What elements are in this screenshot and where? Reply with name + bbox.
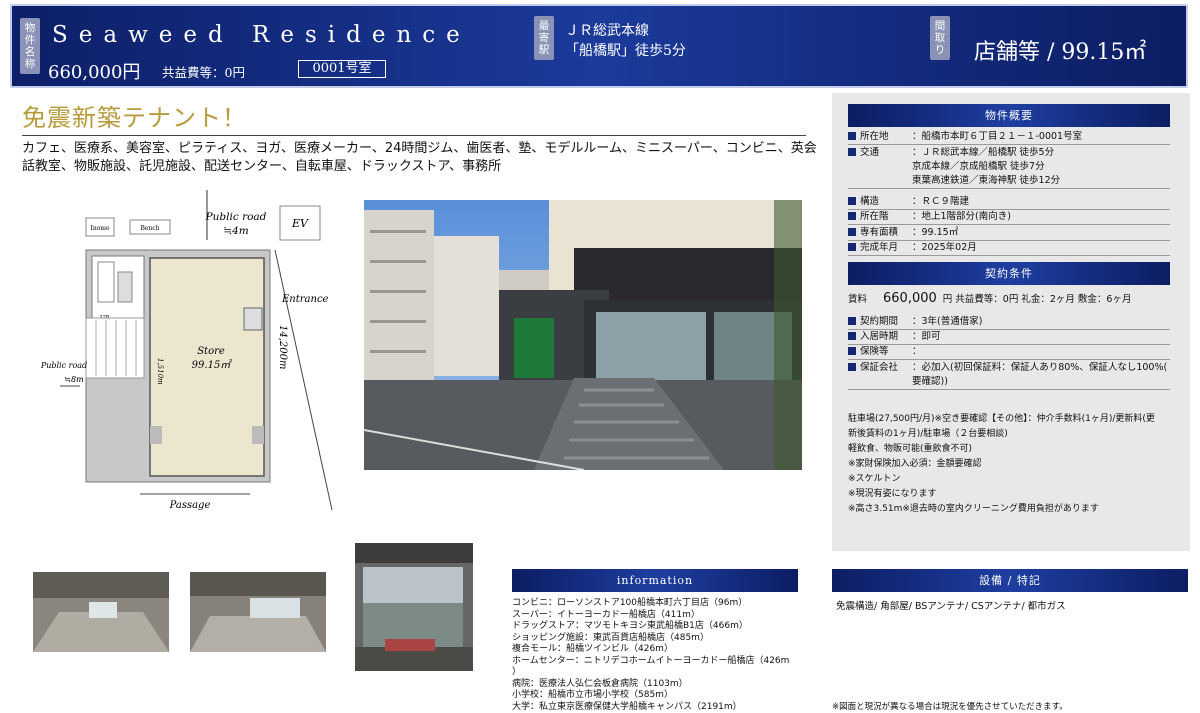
info-item: ホームセンター：ニトリデコホームイトーヨーカドー船橋店（426m xyxy=(512,655,790,666)
info-item: コンビニ：ローソンストア100船橋本町六丁目店（96m） xyxy=(512,598,748,608)
bench-label: Bench xyxy=(140,225,159,232)
column-left xyxy=(150,426,162,444)
public-road-top: Public road xyxy=(205,211,267,223)
footnote: ※図面と現況が異なる場合は現況を優先させていただきます。 xyxy=(832,702,1068,712)
road-left-width: ≒8m xyxy=(64,375,84,384)
floor-plan: Inome Bench Public road ≒4m EV Entrance … xyxy=(40,190,333,511)
property-name: Seaweed Residence xyxy=(52,22,471,48)
row-area: 専有面積 ：99.15㎡ xyxy=(848,226,1170,241)
building-photo xyxy=(364,200,802,470)
row-address: 所在地 ：船橋市本町６丁目２１－１-0001号室 xyxy=(848,130,1170,145)
info-item: ドラッグストア：マツモトキヨシ東武船橋B1店（466m） xyxy=(512,621,748,631)
room-number: 0001号室 xyxy=(298,60,386,78)
note-line: 軽飲食、物販可能(重飲食不可) xyxy=(848,444,973,454)
information-bar: information xyxy=(512,569,798,592)
row-structure: 構造 ：ＲＣ９階建 xyxy=(848,195,1170,210)
info-item: ） xyxy=(512,667,522,677)
dimension-depth: 14,200m xyxy=(277,325,288,369)
info-item: 小学校：船橋市立市場小学校（585m） xyxy=(512,690,673,700)
road-top-width: ≒4m xyxy=(223,225,248,237)
row-insurance: 保険等： xyxy=(848,345,1170,360)
store-area: 99.15㎡ xyxy=(192,359,233,371)
info-item: 病院：医療法人弘仁会板倉病院（1103m） xyxy=(512,678,688,689)
pillar-small xyxy=(243,307,263,331)
note-line: ※家財保険加入必須：金額要確認 xyxy=(848,459,982,469)
header-banner: 物件名称 Seaweed Residence 660,000円 共益費等：0円 … xyxy=(10,4,1188,88)
information-list: コンビニ：ローソンストア100船橋本町六丁目店（96m） スーパー：イトーヨーカ… xyxy=(512,598,802,713)
info-item: スーパー：イトーヨーカドー船橋店（411m） xyxy=(512,609,700,620)
stair-flight xyxy=(97,261,115,303)
line-name: ＪＲ総武本線 xyxy=(565,23,649,39)
allowed-uses: カフェ、医療系、美容室、ピラティス、ヨガ、医療メーカー、24時間ジム、歯医者、塾… xyxy=(22,141,817,174)
row-transport: 交通 ：ＪＲ総武本線／船橋駅 徒歩5分 京成本線／京成船橋駅 徒歩7分 東葉高速鉄道／… xyxy=(848,146,1170,189)
ev-label: EV xyxy=(291,217,309,230)
equipment-bar: 設備 / 特記 xyxy=(832,569,1188,592)
row-rent: 賃料 660,000 円 共益費等：0円 礼金：2ヶ月 敷金：6ヶ月 xyxy=(848,291,1132,306)
price: 660,000円 xyxy=(48,62,141,83)
note-line: 駐車場(27,500円/月)※空き要確認【その他】：仲介手数料(1ヶ月)/更新料… xyxy=(848,414,1155,424)
stair-core xyxy=(117,271,133,303)
note-line: ※高さ3.51m※退去時の室内クリーニング費用負担があります xyxy=(848,504,1099,514)
note-line: ※現況有姿になります xyxy=(848,489,937,499)
entrance-label: Entrance xyxy=(281,294,329,305)
row-term: 契約期間 ：3年(普通借家) xyxy=(848,315,1170,330)
inome-label: Inome xyxy=(90,225,110,232)
column-right xyxy=(252,426,264,444)
divider xyxy=(22,135,806,136)
store-label: Store xyxy=(197,346,225,357)
station-walk: 「船橋駅」徒歩5分 xyxy=(565,43,686,59)
interior-photo-1 xyxy=(33,572,169,652)
row-completed: 完成年月 ：2025年02月 xyxy=(848,241,1170,256)
layout-area: 店舗等 / 99.15㎡ xyxy=(974,40,1147,65)
ramp-area xyxy=(85,317,145,379)
equipment-text: 免震構造/ 角部屋/ BSアンテナ/ CSアンテナ/ 都市ガス xyxy=(836,601,1066,612)
catchphrase: 免震新築テナント！ xyxy=(22,104,247,132)
row-floor: 所在階 ：地上1階部分(南向き) xyxy=(848,210,1170,225)
row-guarantor: 保証会社 ：必加入(初回保証料：保証人あり80%、保証人なし100%(要確認)) xyxy=(848,361,1170,390)
contract-bar: 契約条件 xyxy=(848,262,1170,285)
public-road-left: Public road xyxy=(40,361,87,370)
dimension-small: 1,510m xyxy=(156,358,164,385)
info-item: ショッピング施設：東武百貨店船橋店（485m） xyxy=(512,632,709,643)
entrance-road-line xyxy=(274,249,333,511)
interior-photo-3 xyxy=(355,543,473,671)
row-movein: 入居時期 ：即可 xyxy=(848,330,1170,345)
layout-tag: 間取り xyxy=(930,16,950,60)
overview-bar: 物件概要 xyxy=(848,104,1170,127)
info-item: 大学：私立東京医療保健大学船橋キャンパス（2191m） xyxy=(512,701,742,712)
common-fee: 共益費等：0円 xyxy=(162,65,245,80)
name-tag: 物件名称 xyxy=(20,18,40,74)
note-line: 新後賃料の1ヶ月)/駐車場（２台要相談) xyxy=(848,429,1008,439)
interior-photo-2 xyxy=(190,572,326,652)
info-item: 複合モール：船橋ツインビル（426m） xyxy=(512,644,673,654)
station-tag: 最寄駅 xyxy=(534,16,554,60)
note-line: ※スケルトン xyxy=(848,474,901,484)
passage-label: Passage xyxy=(169,500,211,511)
notes: 駐車場(27,500円/月)※空き要確認【その他】：仲介手数料(1ヶ月)/更新料… xyxy=(848,412,1170,517)
